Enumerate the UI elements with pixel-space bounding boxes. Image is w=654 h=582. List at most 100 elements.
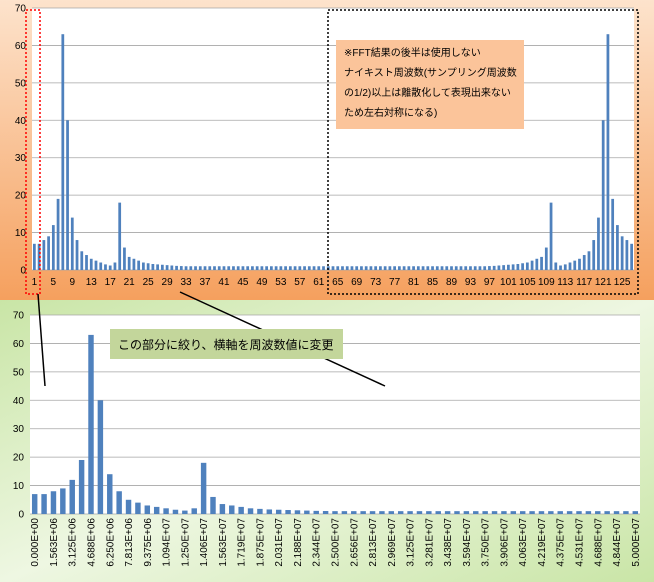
bar [444,511,451,514]
bar [246,266,250,270]
bar [118,202,122,270]
x-tick-label: 2.656E+07 [349,518,360,567]
x-tick-label: 4.688E+07 [593,518,604,567]
x-tick-label: 121 [595,277,612,288]
note-line-2: ナイキスト周波数(サンプリング周波数 [344,66,517,79]
bar [151,264,155,270]
bar [625,240,629,270]
bar [198,266,202,270]
bar [454,511,460,514]
y-tick-label: 10 [15,228,27,239]
bar [507,264,510,270]
bar [80,251,84,270]
x-tick-label: 57 [294,277,306,288]
x-tick-label: 93 [465,277,477,288]
x-tick-label: 3.438E+07 [443,518,454,567]
bar [611,198,615,270]
note-line-1: ※FFT結果の後半は使用しない [344,46,481,59]
bar [219,504,226,514]
bar [601,120,605,271]
x-tick-label: 2.813E+07 [368,518,379,567]
bar [587,251,591,270]
bar [421,266,425,270]
bar [440,266,444,270]
x-tick-label: 25 [143,277,155,288]
bar [322,511,329,514]
bar [298,266,302,270]
x-tick-label: 1 [32,277,38,288]
bar [208,266,212,270]
bar [241,266,245,270]
bar [412,266,415,270]
bar [397,266,401,270]
bar [191,508,197,514]
bar [463,511,470,514]
bar [137,260,141,270]
x-tick-label: 109 [538,277,555,288]
x-tick-label: 89 [446,277,458,288]
bar [288,266,292,270]
x-tick-label: 29 [162,277,174,288]
bar [383,266,387,270]
callout-text: この部分に絞り、横軸を周波数値に変更 [118,337,334,352]
x-tick-label: 1.719E+07 [237,518,248,567]
bar [89,258,93,270]
bar [620,236,624,270]
bar [592,240,596,270]
bar [227,266,231,270]
x-tick-label: 97 [484,277,496,288]
x-tick-label: 21 [124,277,136,288]
bar [388,511,395,514]
bar [322,266,325,270]
x-tick-label: 2.344E+07 [312,518,323,567]
x-tick-label: 37 [199,277,211,288]
bar [473,511,479,514]
bar [529,511,535,514]
bar [42,240,46,270]
bar [557,511,563,514]
bar [172,509,179,514]
bar [530,260,534,270]
bar [317,266,321,270]
y-tick-label: 70 [15,4,27,15]
x-tick-label: 85 [427,277,439,288]
bar [350,266,354,270]
bar [426,511,432,514]
bar [210,496,216,514]
bar [492,265,496,270]
y-tick-label: 30 [15,153,27,164]
bar [519,511,526,514]
bar [510,511,517,514]
bar [189,266,193,270]
x-tick-label: 41 [218,277,230,288]
y-tick-label: 50 [13,367,25,378]
y-tick-label: 40 [15,116,27,127]
bar [469,266,472,270]
bar [203,266,207,270]
bar [153,506,160,514]
x-tick-label: 2.969E+07 [387,518,398,567]
x-tick-label: 1.094E+07 [162,518,173,567]
bar [60,488,66,514]
x-tick-label: 3.750E+07 [481,518,492,567]
bar [616,225,619,270]
bar [473,266,477,270]
bar [538,511,545,514]
x-tick-label: 81 [408,277,420,288]
bar [435,266,439,270]
bar [435,511,441,514]
x-tick-label: 4.219E+07 [537,518,548,567]
x-tick-label: 61 [313,277,325,288]
bar [142,262,145,270]
bar [341,511,348,514]
bar [116,491,122,514]
bar [270,266,273,270]
bar [554,262,558,270]
bar [360,511,366,514]
bar [568,262,572,270]
y-tick-label: 40 [13,396,25,407]
bar [345,266,349,270]
bar [94,260,98,270]
x-tick-label: 3.125E+07 [406,518,417,567]
bar [163,508,169,514]
